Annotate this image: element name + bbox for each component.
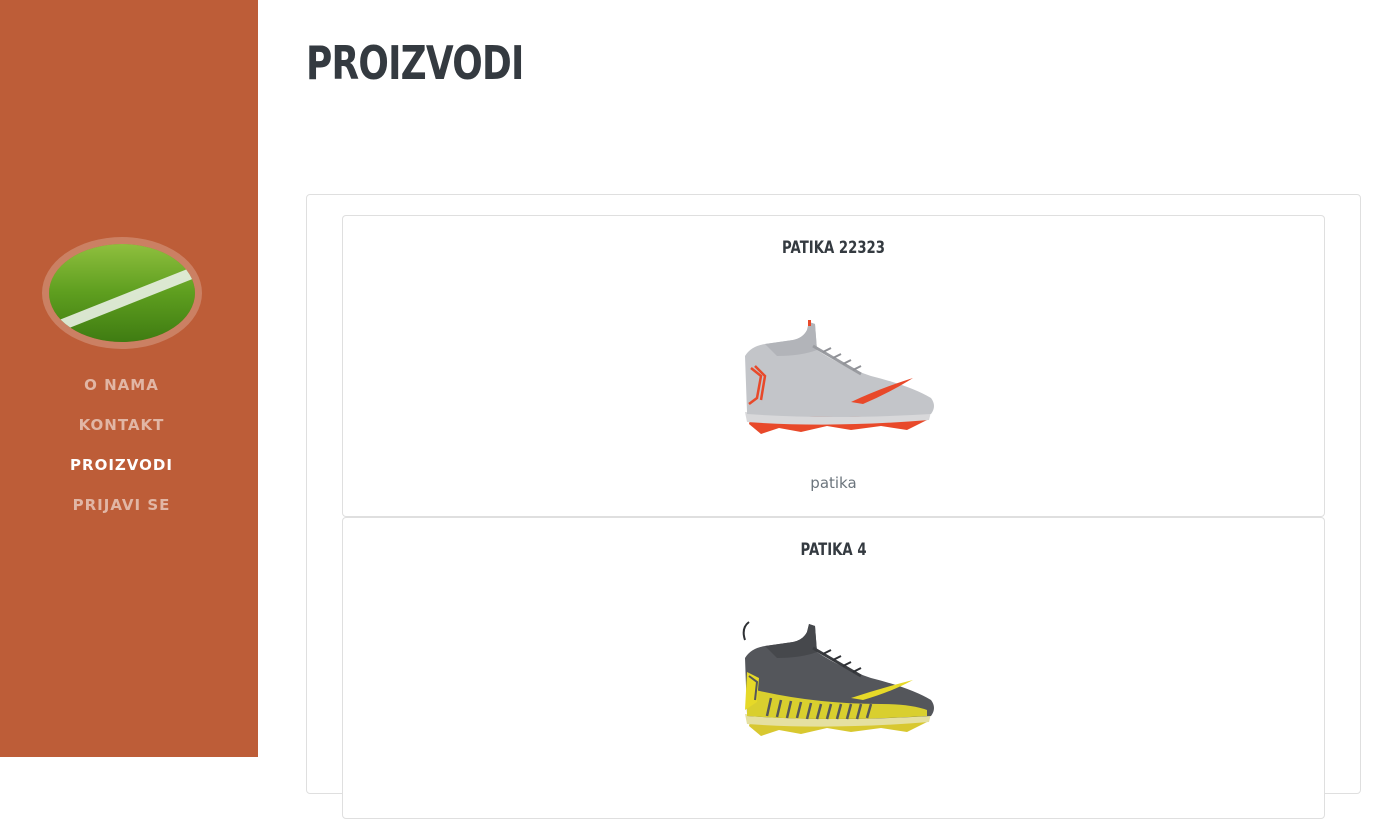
cleat-silver-red-icon <box>731 316 937 446</box>
main-content: PROIZVODI PATIKA 22323 patika PATIKA 4 <box>258 0 1381 819</box>
nav-item-prijavi-se[interactable]: PRIJAVI SE <box>73 496 171 514</box>
page-title: PROIZVODI <box>306 36 524 90</box>
sidebar: O NAMA KONTAKT PROIZVODI PRIJAVI SE <box>0 0 258 757</box>
profile-avatar <box>42 237 202 349</box>
product-title: PATIKA 22323 <box>781 238 886 258</box>
cleat-grey-yellow-icon <box>731 618 937 748</box>
products-container: PATIKA 22323 patika PATIKA 4 <box>306 194 1361 819</box>
product-description: patika <box>810 474 857 492</box>
nav-item-kontakt[interactable]: KONTAKT <box>79 416 165 434</box>
product-title: PATIKA 4 <box>800 540 867 560</box>
product-card[interactable]: PATIKA 4 <box>342 517 1325 819</box>
sidebar-nav: O NAMA KONTAKT PROIZVODI PRIJAVI SE <box>0 365 243 525</box>
product-card[interactable]: PATIKA 22323 patika <box>342 215 1325 517</box>
nav-item-o-nama[interactable]: O NAMA <box>84 376 159 394</box>
nav-item-proizvodi[interactable]: PROIZVODI <box>70 456 173 474</box>
